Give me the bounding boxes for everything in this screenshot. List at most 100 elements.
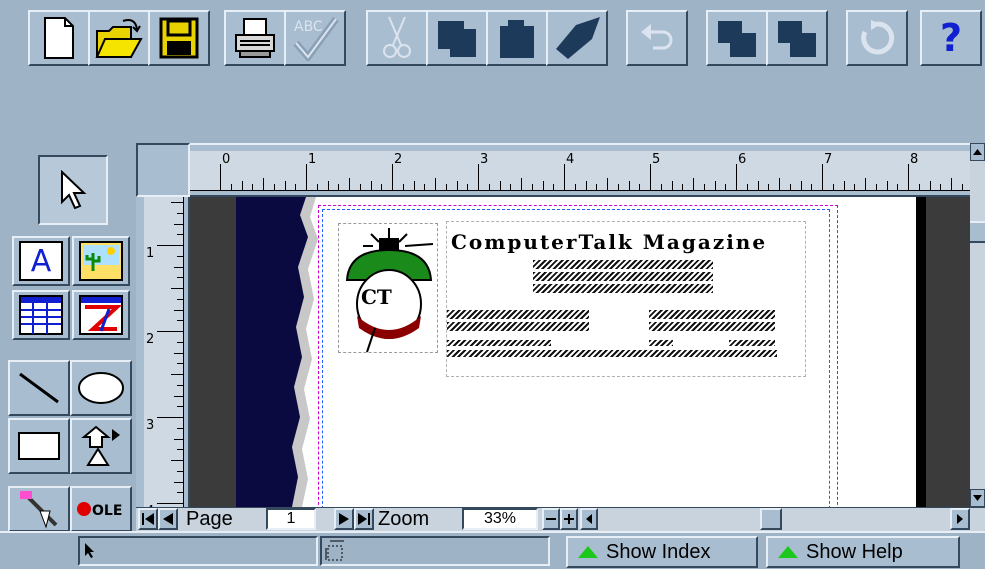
ruler-tick xyxy=(338,184,340,190)
help-button[interactable]: ? xyxy=(920,10,982,66)
zoom-out-button[interactable] xyxy=(542,508,560,530)
logo-frame: CT xyxy=(338,223,438,353)
rotate-button[interactable] xyxy=(846,10,908,66)
horizontal-scroll-thumb[interactable] xyxy=(760,508,782,530)
rectangle-tool[interactable] xyxy=(8,418,70,474)
ruler-tick xyxy=(295,184,297,190)
vruler-tick xyxy=(157,503,183,504)
vruler-tick xyxy=(177,277,183,279)
page-number-field[interactable]: 1 xyxy=(266,508,316,530)
vertical-scrollbar[interactable] xyxy=(970,143,985,507)
ruler-tick xyxy=(865,178,866,190)
arrow-right-icon xyxy=(957,514,963,524)
line-tool[interactable] xyxy=(8,360,70,416)
ruler-tick xyxy=(671,181,673,190)
oval-tool[interactable] xyxy=(70,360,132,416)
spell-check-button[interactable]: ABC xyxy=(284,10,346,66)
ruler-tick xyxy=(843,181,845,190)
ruler-tick xyxy=(811,184,813,190)
ruler-label-8: 8 xyxy=(910,152,919,167)
minus-icon xyxy=(546,518,556,520)
heading-frame: ComputerTalk Magazine xyxy=(446,221,806,377)
object-size-icon xyxy=(325,540,344,561)
ruler-tick xyxy=(875,184,877,190)
new-document-icon xyxy=(44,17,74,59)
ruler-tick xyxy=(327,181,329,190)
ruler-tick xyxy=(531,184,533,190)
ruler-tick xyxy=(757,181,759,190)
paste-button[interactable] xyxy=(486,10,548,66)
rectangle-icon xyxy=(18,432,60,460)
scroll-right-button[interactable] xyxy=(950,508,970,530)
ruler-tick xyxy=(800,181,802,190)
ruler-tick xyxy=(607,178,608,190)
last-page-button[interactable] xyxy=(354,508,374,530)
ruler-tick xyxy=(951,178,952,190)
ole-object-tool[interactable]: OLE xyxy=(70,486,132,532)
ruler-tick xyxy=(929,181,931,190)
svg-text:CT: CT xyxy=(361,285,392,309)
design-gallery-tool[interactable] xyxy=(8,486,70,532)
ruler-tick xyxy=(467,184,469,190)
ruler-tick xyxy=(521,178,522,190)
ruler-tick xyxy=(596,184,598,190)
ole-object-icon: OLE xyxy=(77,502,122,519)
print-button[interactable] xyxy=(224,10,286,66)
ruler-tick xyxy=(682,184,684,190)
text-tool[interactable]: A xyxy=(12,236,70,286)
ruler-tick xyxy=(456,181,458,190)
zoom-field[interactable]: 33% xyxy=(462,508,538,530)
previous-page-button[interactable] xyxy=(158,508,178,530)
wordart-icon xyxy=(79,295,123,335)
magazine-heading: ComputerTalk Magazine xyxy=(451,230,768,254)
save-button[interactable] xyxy=(148,10,210,66)
custom-shapes-tool[interactable] xyxy=(70,418,132,474)
wordart-tool[interactable] xyxy=(72,290,130,340)
ruler-tick xyxy=(445,184,447,190)
vruler-tick xyxy=(177,406,183,408)
first-page-button[interactable] xyxy=(138,508,158,530)
vertical-ruler-scale: 1234 xyxy=(144,197,184,518)
new-button[interactable] xyxy=(28,10,90,66)
open-button[interactable] xyxy=(88,10,150,66)
undo-button[interactable] xyxy=(626,10,688,66)
vruler-tick xyxy=(171,288,183,289)
ruler-tick xyxy=(252,184,254,190)
last-page-icon xyxy=(358,513,370,525)
copy-button[interactable] xyxy=(426,10,488,66)
vruler-label-2: 2 xyxy=(146,332,155,347)
bring-front-button[interactable] xyxy=(706,10,768,66)
vruler-tick xyxy=(177,384,183,386)
arrow-cursor-icon xyxy=(85,543,94,558)
ruler-label-4: 4 xyxy=(566,152,575,167)
pointer-tool[interactable] xyxy=(38,155,108,225)
svg-text:OLE: OLE xyxy=(92,503,122,519)
next-page-button[interactable] xyxy=(334,508,354,530)
brush-icon xyxy=(556,17,600,59)
ruler-tick xyxy=(660,184,662,190)
ruler-tick xyxy=(424,184,426,190)
page-label: Page xyxy=(186,508,233,530)
vruler-tick xyxy=(177,255,183,257)
status-pointer-pane xyxy=(78,536,318,566)
vruler-tick xyxy=(174,266,183,268)
cut-button[interactable] xyxy=(366,10,428,66)
scroll-left-button[interactable] xyxy=(580,508,598,530)
ruler-label-2: 2 xyxy=(394,152,403,167)
ruler-tick xyxy=(316,184,318,190)
picture-tool[interactable] xyxy=(72,236,130,286)
send-back-button[interactable] xyxy=(766,10,828,66)
scroll-down-button[interactable] xyxy=(970,489,985,507)
scroll-up-button[interactable] xyxy=(970,143,985,161)
vertical-scroll-thumb[interactable] xyxy=(970,221,985,243)
zoom-in-button[interactable] xyxy=(560,508,578,530)
show-index-button[interactable]: Show Index xyxy=(566,536,758,568)
show-help-button[interactable]: Show Help xyxy=(766,536,960,568)
ruler-tick xyxy=(703,184,705,190)
table-tool[interactable] xyxy=(12,290,70,340)
horizontal-ruler: 0123456789 xyxy=(190,143,970,197)
ruler-tick xyxy=(725,184,727,190)
undo-icon xyxy=(641,24,673,50)
format-painter-button[interactable] xyxy=(546,10,608,66)
horizontal-ruler-scale: 0123456789 xyxy=(190,151,970,191)
